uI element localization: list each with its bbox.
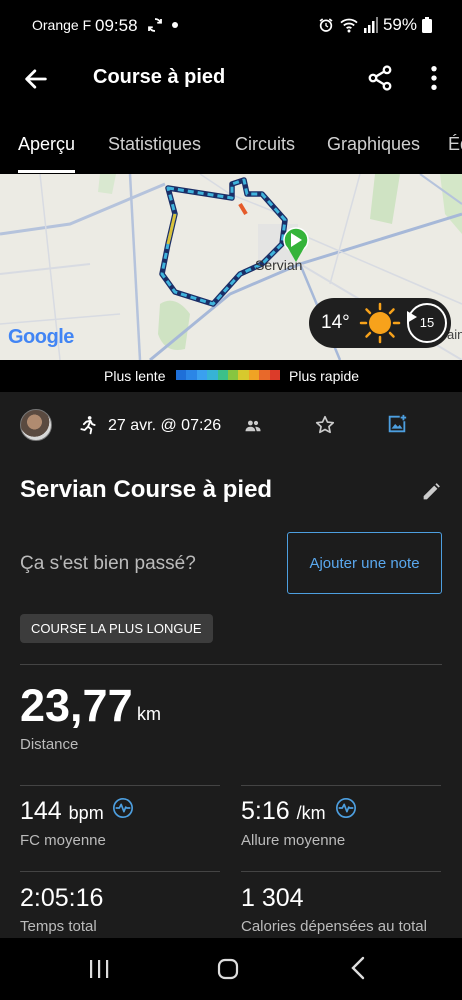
wind-indicator: 15 — [407, 303, 447, 343]
more-vert-icon[interactable] — [420, 64, 448, 92]
sync-icon — [148, 18, 162, 32]
google-logo: Google — [8, 326, 74, 348]
pace-color-swatch — [186, 370, 197, 380]
feedback-question: Ça s'est bien passé? — [20, 553, 196, 574]
status-time: 09:58 — [95, 16, 138, 35]
pace-value: 5:16 — [241, 797, 290, 825]
status-bar: Orange F 09:58 59% — [0, 0, 462, 52]
back-icon[interactable] — [348, 956, 370, 980]
heart-rate-chart-icon[interactable] — [112, 797, 134, 819]
alarm-icon — [319, 18, 333, 32]
avatar[interactable] — [20, 409, 52, 441]
activity-date: 27 avr. @ 07:26 — [108, 417, 222, 434]
pace-color-swatch — [207, 370, 218, 380]
heart-rate-value: 144 — [20, 797, 62, 825]
status-right-group: 59% — [318, 15, 432, 35]
active-tab-indicator — [18, 170, 75, 173]
divider — [20, 871, 220, 872]
calories-label: Calories dépensées au total — [241, 918, 427, 935]
divider — [241, 871, 441, 872]
pace-slow-label: Plus lente — [104, 368, 166, 384]
back-arrow-icon[interactable] — [22, 65, 50, 93]
achievement-badge: COURSE LA PLUS LONGUE — [20, 614, 213, 643]
divider — [20, 664, 442, 665]
carrier-name: Orange F — [32, 17, 92, 33]
pace-color-swatch — [248, 370, 260, 380]
star-icon[interactable] — [314, 414, 336, 436]
pace-color-swatch — [217, 370, 229, 380]
route-map[interactable]: Servian ain Google 14° 15 — [0, 174, 462, 360]
divider — [241, 785, 441, 786]
town-label: Servian — [255, 257, 303, 273]
pace-color-swatch — [176, 370, 187, 380]
edit-pencil-icon[interactable] — [420, 481, 442, 503]
pace-label: Allure moyenne — [241, 832, 346, 849]
pace-color-swatch — [269, 370, 281, 380]
pace-fast-label: Plus rapide — [289, 368, 360, 384]
page-title: Course à pied — [93, 66, 226, 88]
calories-value: 1 304 — [241, 884, 304, 912]
pace-color-scale — [176, 370, 281, 380]
recent-apps-icon[interactable] — [88, 958, 110, 980]
heart-rate-value-group: 144 bpm — [20, 797, 104, 826]
tab-graphiques[interactable]: Graphiques — [327, 134, 420, 155]
pace-color-swatch — [196, 370, 208, 380]
tab-statistiques[interactable]: Statistiques — [108, 134, 201, 155]
battery-icon — [422, 17, 432, 33]
app-bar: Course à pied — [0, 52, 462, 104]
share-icon[interactable] — [366, 64, 394, 92]
heart-rate-label: FC moyenne — [20, 832, 106, 849]
distance-value: 23,77 — [20, 680, 133, 731]
running-icon — [80, 416, 96, 435]
tab-bar: Aperçu Statistiques Circuits Graphiques … — [0, 122, 462, 174]
battery-level: 59% — [382, 15, 417, 34]
weather-pill: 14° 15 — [309, 298, 451, 348]
pace-color-swatch — [228, 370, 239, 380]
signal-icon — [363, 17, 378, 33]
total-time-label: Temps total — [20, 918, 97, 935]
pace-unit: /km — [296, 803, 326, 823]
divider — [20, 785, 220, 786]
distance-unit: km — [137, 704, 161, 724]
activity-details: 27 avr. @ 07:26 Servian Course à pied Ça… — [0, 392, 462, 938]
home-icon[interactable] — [217, 958, 239, 980]
distance-label: Distance — [20, 736, 79, 753]
heart-rate-unit: bpm — [68, 803, 104, 823]
wifi-icon — [340, 18, 358, 33]
pace-value-group: 5:16 /km — [241, 797, 326, 826]
pace-chart-icon[interactable] — [335, 797, 357, 819]
people-icon[interactable] — [244, 417, 262, 435]
add-photo-icon[interactable] — [386, 413, 408, 435]
activity-title: Servian Course à pied — [20, 476, 273, 503]
weather-temperature: 14° — [321, 312, 350, 333]
tab-circuits[interactable]: Circuits — [235, 134, 295, 155]
tab-equipement[interactable]: Éq — [448, 134, 462, 155]
sun-icon — [359, 302, 401, 344]
system-nav-bar — [0, 938, 462, 1000]
pace-legend: Plus lente Plus rapide — [0, 360, 462, 392]
wind-speed: 15 — [419, 315, 435, 330]
notification-dot-icon — [172, 22, 178, 28]
pace-color-swatch — [238, 370, 249, 380]
pace-color-swatch — [259, 370, 270, 380]
total-time-value: 2:05:16 — [20, 884, 104, 912]
add-note-button[interactable]: Ajouter une note — [287, 532, 442, 594]
tab-apercu[interactable]: Aperçu — [18, 134, 75, 155]
